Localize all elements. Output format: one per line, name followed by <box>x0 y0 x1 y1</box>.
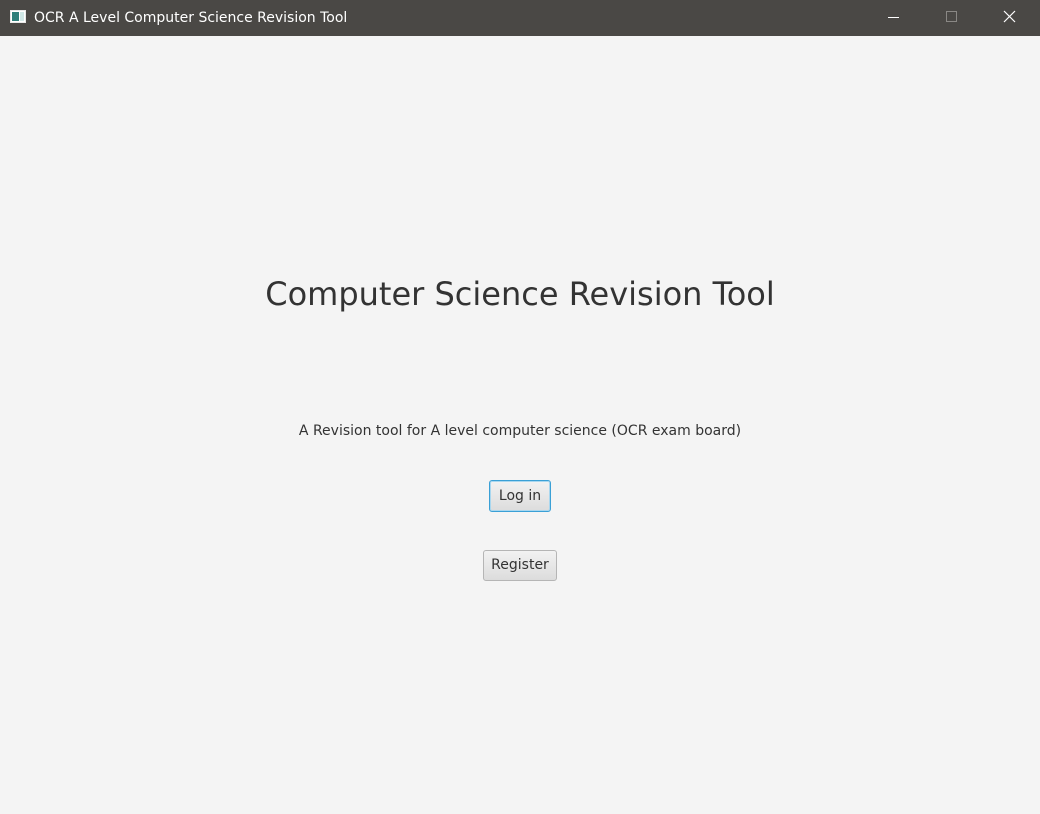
close-icon <box>1003 10 1016 23</box>
minimize-button[interactable] <box>864 0 922 36</box>
page-subtitle: A Revision tool for A level computer sci… <box>298 423 742 439</box>
login-button[interactable]: Log in <box>489 480 551 512</box>
maximize-icon <box>946 11 957 22</box>
app-icon <box>10 10 26 23</box>
close-button[interactable] <box>981 0 1039 36</box>
main-content: Computer Science Revision Tool A Revisio… <box>0 36 1040 814</box>
maximize-button[interactable] <box>922 0 980 36</box>
window-title: OCR A Level Computer Science Revision To… <box>34 10 348 26</box>
page-title: Computer Science Revision Tool <box>265 275 775 313</box>
register-button[interactable]: Register <box>483 550 557 581</box>
minimize-icon <box>888 17 899 18</box>
title-bar[interactable]: OCR A Level Computer Science Revision To… <box>0 0 1040 36</box>
app-window: OCR A Level Computer Science Revision To… <box>0 0 1040 814</box>
